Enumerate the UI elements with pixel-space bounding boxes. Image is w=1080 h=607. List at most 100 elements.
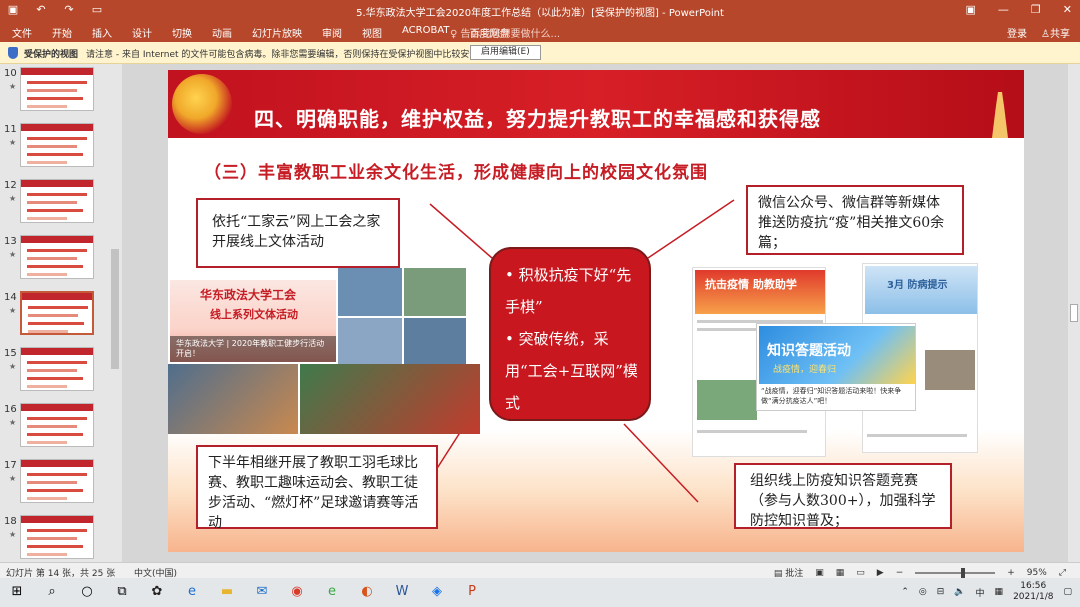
thumbnail-slide-17[interactable]: 17 ★ — [0, 456, 122, 510]
restore-button[interactable]: ❐ — [1031, 3, 1041, 16]
connector-line-top-right — [647, 199, 735, 259]
tab-view[interactable]: 视图 — [362, 25, 382, 40]
thumbnail-image — [20, 235, 94, 279]
thumbnails-scrollbar[interactable] — [110, 64, 120, 562]
protected-view-bar: 受保护的视图 请注意 - 来自 Internet 的文件可能包含病毒。除非您需要… — [0, 42, 1080, 64]
thumbnail-image — [20, 123, 94, 167]
fit-slide-icon[interactable]: ⤢ — [1059, 568, 1066, 578]
ribbon-display-icon[interactable]: ▣ — [966, 3, 976, 16]
zoom-slider[interactable] — [915, 567, 996, 578]
star-icon: ★ — [9, 362, 17, 371]
thumbnail-image — [20, 67, 94, 111]
thumbnail-image — [20, 515, 94, 559]
thumbnail-image — [20, 347, 94, 391]
slideshow-view-icon[interactable]: ▶ — [877, 568, 884, 578]
tab-transitions[interactable]: 切换 — [172, 25, 192, 40]
tab-animations[interactable]: 动画 — [212, 25, 232, 40]
notification-icon[interactable]: ▢ — [1063, 587, 1072, 597]
thumbnail-slide-13[interactable]: 13 ★ — [0, 232, 122, 286]
tab-acrobat[interactable]: ACROBAT — [402, 25, 450, 40]
enable-editing-button[interactable]: 启用编辑(E) — [470, 45, 541, 60]
thumbnail-slide-15[interactable]: 15 ★ — [0, 344, 122, 398]
windows-start-icon[interactable]: ⊞ — [8, 583, 26, 601]
mail-icon[interactable]: ✉ — [253, 583, 271, 601]
tray-up-icon[interactable]: ⌃ — [901, 587, 909, 597]
minimize-button[interactable]: — — [998, 3, 1009, 16]
photo-badminton-3 — [338, 318, 402, 366]
input-method-icon[interactable]: ▦ — [995, 587, 1004, 597]
thumbnail-slide-18[interactable]: 18 ★ — [0, 512, 122, 562]
connector-line-top-left — [429, 203, 493, 259]
star-icon: ★ — [9, 138, 17, 147]
thumbnail-slide-10[interactable]: 10 ★ — [0, 64, 122, 118]
thumbnail-slide-14[interactable]: 14 ★ — [0, 288, 122, 342]
thumbnail-slide-11[interactable]: 11 ★ — [0, 120, 122, 174]
card1-banner: 抗击疫情 助教助学 — [695, 270, 825, 314]
zoom-level[interactable]: 95% — [1027, 568, 1047, 578]
ribbon: 文件 开始 插入 设计 切换 动画 幻灯片放映 审阅 视图 ACROBAT 百度… — [0, 22, 1080, 42]
star-icon: ★ — [9, 418, 17, 427]
poster-online-activities: 华东政法大学工会 线上系列文体活动 华东政法大学 | 2020年教职工健步行活动… — [170, 280, 336, 362]
app-icon-3[interactable]: ◈ — [428, 583, 446, 601]
tab-slideshow[interactable]: 幻灯片放映 — [252, 25, 302, 40]
scrollbar-thumb[interactable] — [1070, 304, 1078, 322]
account-area: 登录 ♙共享 — [1007, 25, 1070, 40]
poster-subtitle: 线上系列文体活动 — [210, 308, 298, 321]
slide-canvas[interactable]: 四、明确职能，维护权益，努力提升教职工的幸福感和获得感 （三）丰富教职工业余文化… — [168, 70, 1024, 552]
system-clock[interactable]: 16:56 2021/1/8 — [1013, 581, 1053, 603]
tab-file[interactable]: 文件 — [12, 25, 32, 40]
powerpoint-icon[interactable]: P — [463, 583, 481, 601]
app-icon-2[interactable]: ◐ — [358, 583, 376, 601]
thumbnail-image — [20, 403, 94, 447]
status-bar: 幻灯片 第 14 张，共 25 张 中文(中国) ▤ 批注 ▣ ▦ ▭ ▶ − … — [0, 562, 1080, 579]
sorter-view-icon[interactable]: ▦ — [836, 568, 845, 578]
quiz-title: 知识答题活动 — [767, 343, 851, 359]
volume-icon[interactable]: 🔈 — [954, 587, 965, 597]
thumbnail-slide-16[interactable]: 16 ★ — [0, 400, 122, 454]
word-icon[interactable]: W — [393, 583, 411, 601]
thumbnail-slide-12[interactable]: 12 ★ — [0, 176, 122, 230]
ribbon-tabs: 文件 开始 插入 设计 切换 动画 幻灯片放映 审阅 视图 ACROBAT 百度… — [12, 25, 510, 40]
star-icon: ★ — [9, 82, 17, 91]
star-icon: ★ — [9, 250, 17, 259]
network-icon[interactable]: ⊟ — [937, 587, 945, 597]
share-button[interactable]: ♙共享 — [1041, 25, 1070, 40]
ime-indicator[interactable]: 中 — [976, 586, 985, 599]
browser-icon[interactable]: e — [323, 583, 341, 601]
center-item-2: • 突破传统，采用“工会+互联网”模式 — [505, 330, 638, 412]
edge-icon[interactable]: e — [183, 583, 201, 601]
star-icon: ★ — [9, 474, 17, 483]
slide-scrollbar[interactable] — [1068, 64, 1080, 562]
title-bar: ▣ ↶ ↷ ▭ 5.华东政法大学工会2020年度工作总结（以此为准）[受保护的视… — [0, 0, 1080, 22]
zoom-out-button[interactable]: − — [896, 568, 904, 578]
app-icon-1[interactable]: ✿ — [148, 583, 166, 601]
taskbar: ⊞ ⌕ ○ ⧉ ✿ e ▬ ✉ ◉ e ◐ W ◈ P ⌃ ◎ ⊟ 🔈 中 ▦ … — [0, 578, 1080, 607]
cortana-icon[interactable]: ○ — [78, 583, 96, 601]
normal-view-icon[interactable]: ▣ — [815, 568, 824, 578]
reading-view-icon[interactable]: ▭ — [856, 568, 865, 578]
scrollbar-thumb[interactable] — [111, 249, 119, 369]
tab-review[interactable]: 审阅 — [322, 25, 342, 40]
card2-photo — [925, 350, 975, 390]
login-link[interactable]: 登录 — [1007, 25, 1027, 40]
tray-app-icon[interactable]: ◎ — [919, 587, 927, 597]
text-box-sports-events: 下半年相继开展了教职工羽毛球比赛、教职工趣味运动会、教职工徒步活动、“燃灯杯”足… — [196, 445, 438, 531]
search-icon[interactable]: ⌕ — [43, 583, 61, 601]
tab-home[interactable]: 开始 — [52, 25, 72, 40]
window-controls: ▣ — ❐ ✕ — [966, 3, 1073, 16]
task-view-icon[interactable]: ⧉ — [113, 583, 131, 601]
lightbulb-icon: ♀ — [450, 29, 458, 40]
zoom-slider-thumb[interactable] — [961, 567, 966, 578]
photo-collage-right: 抗击疫情 助教助学 3月 防病提示 知识答题活动 战疫情，迎春归 “战疫情，迎春… — [690, 263, 982, 461]
tell-me-search[interactable]: ♀ 告诉我您想要做什么... — [450, 25, 560, 40]
close-button[interactable]: ✕ — [1063, 3, 1072, 16]
tab-design[interactable]: 设计 — [132, 25, 152, 40]
poster-title: 华东政法大学工会 — [200, 288, 297, 302]
system-tray: ⌃ ◎ ⊟ 🔈 中 ▦ 16:56 2021/1/8 ▢ — [901, 581, 1072, 603]
chrome-icon[interactable]: ◉ — [288, 583, 306, 601]
file-explorer-icon[interactable]: ▬ — [218, 583, 236, 601]
window-title: 5.华东政法大学工会2020年度工作总结（以此为准）[受保护的视图] - Pow… — [356, 8, 724, 19]
tab-insert[interactable]: 插入 — [92, 25, 112, 40]
zoom-in-button[interactable]: + — [1007, 568, 1015, 578]
center-item-1: • 积极抗疫下好“先手棋” — [505, 266, 632, 316]
